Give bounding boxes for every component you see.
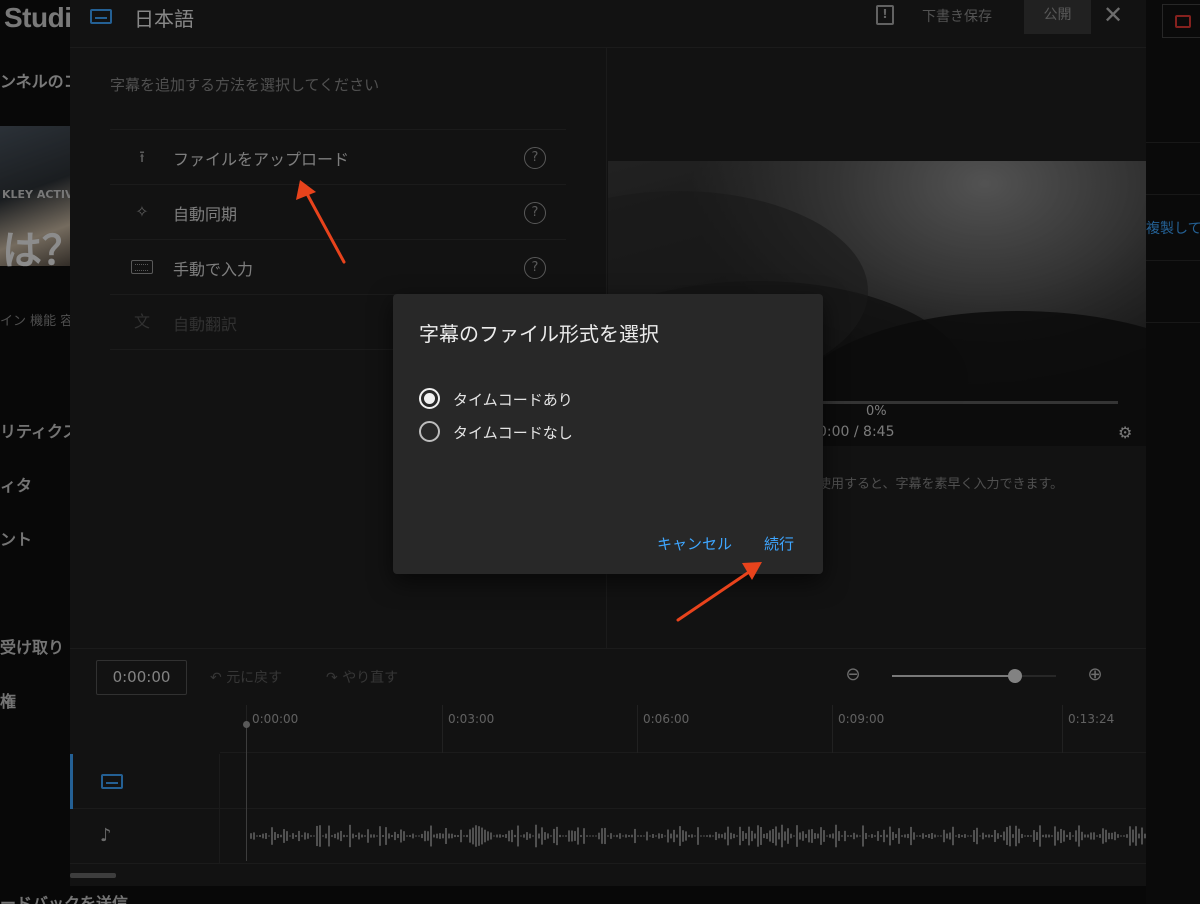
radio-button[interactable] [419, 421, 440, 442]
cancel-button[interactable]: キャンセル [657, 533, 732, 554]
continue-button[interactable]: 続行 [764, 533, 794, 554]
dialog-title: 字幕のファイル形式を選択 [419, 322, 659, 346]
radio-button-checked[interactable] [419, 388, 440, 409]
radio-label: タイムコードあり [453, 391, 573, 409]
radio-label: タイムコードなし [453, 424, 573, 442]
file-format-dialog: 字幕のファイル形式を選択 タイムコードあり タイムコードなし キャンセル 続行 [393, 294, 823, 574]
